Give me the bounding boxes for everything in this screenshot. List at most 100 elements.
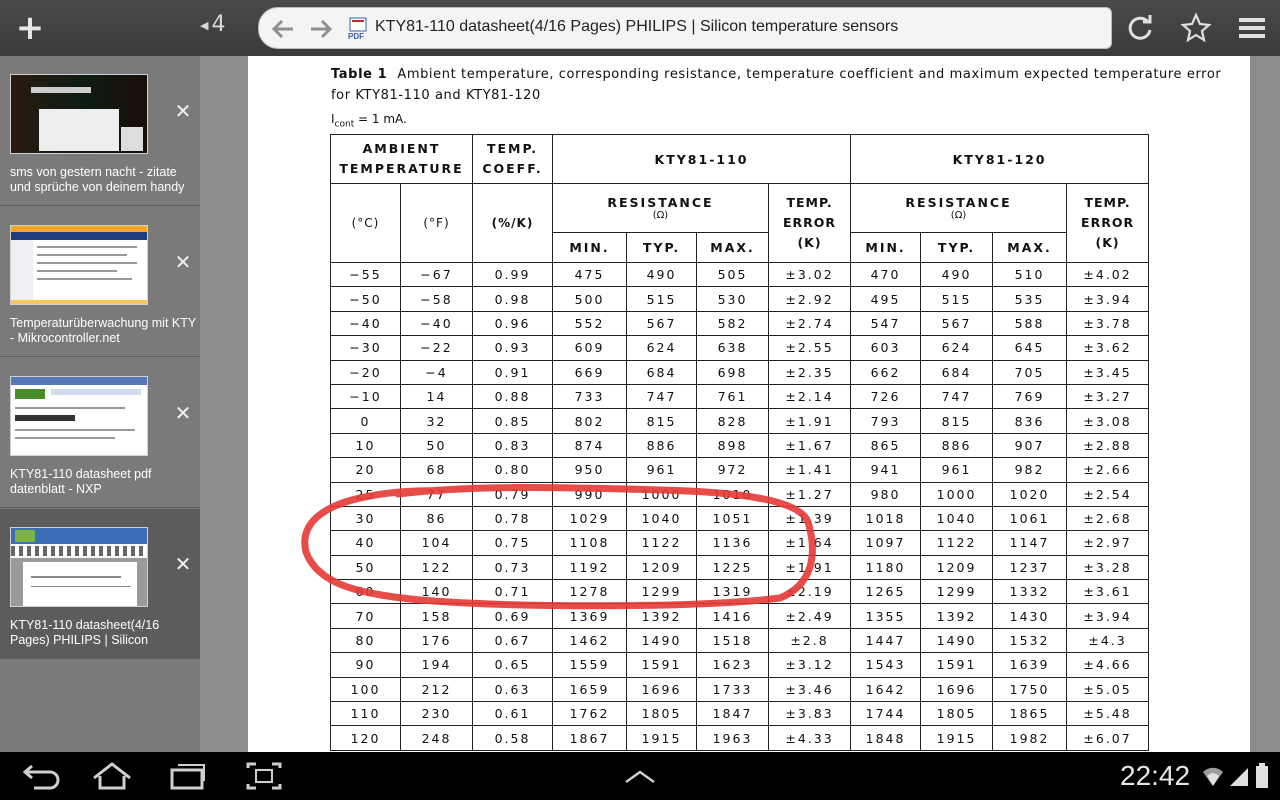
chevron-up-icon[interactable] xyxy=(612,758,668,794)
table-cell: −40 xyxy=(330,310,401,337)
table-cell: 1192 xyxy=(552,554,627,581)
tab-item[interactable]: ✕ Temperaturüberwachung mit KTY - Mikroc… xyxy=(0,207,200,357)
table-cell: 1051 xyxy=(696,505,769,532)
table-cell: ±4.3 xyxy=(1066,627,1150,654)
table-cell: 747 xyxy=(626,383,697,410)
bookmark-button[interactable] xyxy=(1178,10,1214,46)
menu-button[interactable] xyxy=(1234,10,1270,46)
table-cell: 1848 xyxy=(850,725,922,751)
table-cell: 1490 xyxy=(920,627,994,654)
table-cell: 865 xyxy=(850,432,922,459)
table-cell: 1659 xyxy=(552,676,627,703)
system-back-button[interactable] xyxy=(12,758,68,794)
table-cell: ±2.92 xyxy=(767,286,852,312)
table-cell: 120 xyxy=(330,725,401,751)
table-cell: 530 xyxy=(696,286,769,312)
table-cell: ±6.07 xyxy=(1066,725,1150,751)
table-cell: 40 xyxy=(330,530,401,556)
table-cell: 1591 xyxy=(626,652,697,678)
table-cell: 1559 xyxy=(552,652,627,678)
table-cell: 815 xyxy=(920,408,994,434)
table-caption-text: Ambient temperature, corresponding resis… xyxy=(331,67,1222,103)
table-cell: 1040 xyxy=(920,505,994,532)
table-cell: 1209 xyxy=(920,554,994,581)
system-home-button[interactable] xyxy=(84,758,140,794)
table-cell: ±2.14 xyxy=(767,383,852,410)
table-cell: 972 xyxy=(696,457,769,483)
table-cell: 705 xyxy=(992,359,1068,385)
table-cell: ±3.27 xyxy=(1066,383,1150,410)
tab-thumbnail xyxy=(10,376,148,456)
table-cell: 982 xyxy=(992,457,1068,483)
table-cell: ±1.91 xyxy=(767,554,852,581)
table-cell: 1623 xyxy=(696,652,769,678)
table-cell: 941 xyxy=(850,457,922,483)
table-row: 90 194 0.65 1559 1591 1623 ±3.12 1543 1591 1639 ±4… xyxy=(330,652,1150,678)
address-bar[interactable]: PDF KTY81-110 datasheet(4/16 Pages) PHIL… xyxy=(258,7,1112,49)
header-deg-f: (°F) xyxy=(400,183,473,263)
table-cell: 194 xyxy=(400,652,473,678)
signal-strength-icon xyxy=(1230,768,1248,786)
table-cell: 515 xyxy=(920,286,994,312)
table-cell: 769 xyxy=(992,383,1068,410)
table-cell: 609 xyxy=(552,335,627,361)
table-cell: 898 xyxy=(696,432,769,459)
tab-item[interactable]: ✕ KTY81-110 datasheet pdf datenblatt - N… xyxy=(0,358,200,508)
header-deg-c: (°C) xyxy=(330,183,401,263)
new-tab-button[interactable]: + xyxy=(10,8,50,48)
table-cell: 1867 xyxy=(552,725,627,751)
table-cell: 1805 xyxy=(920,701,994,727)
table-cell: 50 xyxy=(400,432,473,459)
table-cell: ±4.66 xyxy=(1066,652,1150,678)
table-cell: ±3.45 xyxy=(1066,359,1150,385)
table-cell: 0.98 xyxy=(472,286,553,312)
reload-button[interactable] xyxy=(1122,10,1158,46)
table-cell: 624 xyxy=(626,335,697,361)
table-cell: 32 xyxy=(400,408,473,434)
table-cell: 1122 xyxy=(920,530,994,556)
table-cell: 886 xyxy=(920,432,994,459)
table-row: −50 −58 0.98 500 515 530 ±2.92 495 515 535 ±3.94 xyxy=(330,286,1150,312)
tab-item[interactable]: ✕ sms von gestern nacht - zitate und spr… xyxy=(0,56,200,206)
table-cell: 1543 xyxy=(850,652,922,678)
kty81-data-table: AMBIENT TEMPERATURE TEMP. COEFF. KTY81-1… xyxy=(330,134,1150,751)
close-icon[interactable]: ✕ xyxy=(172,553,194,575)
table-cell: ±4.02 xyxy=(1066,261,1150,288)
table-cell: 1639 xyxy=(992,652,1068,678)
table-cell: ±2.49 xyxy=(767,603,852,629)
close-icon[interactable]: ✕ xyxy=(172,402,194,424)
table-cell: 1299 xyxy=(626,579,697,605)
back-button[interactable] xyxy=(267,13,299,45)
table-cell: 1518 xyxy=(696,627,769,654)
header-min: MIN. xyxy=(552,232,627,263)
table-cell: ±5.48 xyxy=(1066,701,1150,727)
close-icon[interactable]: ✕ xyxy=(172,251,194,273)
close-icon[interactable]: ✕ xyxy=(172,100,194,122)
table-cell: −20 xyxy=(330,359,401,385)
table-cell: ±2.68 xyxy=(1066,505,1150,532)
table-cell: ±2.54 xyxy=(1066,481,1150,507)
table-cell: 90 xyxy=(330,652,401,678)
table-cell: 495 xyxy=(850,286,922,312)
table-cell: 1982 xyxy=(992,725,1068,751)
table-cell: ±3.28 xyxy=(1066,554,1150,581)
table-cell: ±5.05 xyxy=(1066,676,1150,703)
tab-item-active[interactable]: ✕ KTY81-110 datasheet(4/16 Pages) PHILIP… xyxy=(0,509,200,659)
tab-count-button[interactable]: ◀ 4 xyxy=(200,12,225,37)
table-cell: 886 xyxy=(626,432,697,459)
table-cell: ±2.8 xyxy=(767,627,852,654)
table-cell: 1319 xyxy=(696,579,769,605)
table-cell: 230 xyxy=(400,701,473,727)
table-cell: 0.99 xyxy=(472,261,553,288)
table-cell: 490 xyxy=(626,261,697,288)
table-row: 120 248 0.58 1867 1915 1963 ±4.33 1848 1915 1982 ±… xyxy=(330,725,1150,751)
table-cell: 1355 xyxy=(850,603,922,629)
table-cell: 0.80 xyxy=(472,457,553,483)
table-cell: 1097 xyxy=(850,530,922,556)
forward-button[interactable] xyxy=(305,13,337,45)
table-cell: 747 xyxy=(920,383,994,410)
tab-thumbnail xyxy=(10,527,148,607)
table-row: 10 50 0.83 874 886 898 ±1.67 865 886 907 ±2.88 xyxy=(330,432,1150,459)
screenshot-button[interactable] xyxy=(236,758,292,794)
system-recent-apps-button[interactable] xyxy=(160,758,216,794)
